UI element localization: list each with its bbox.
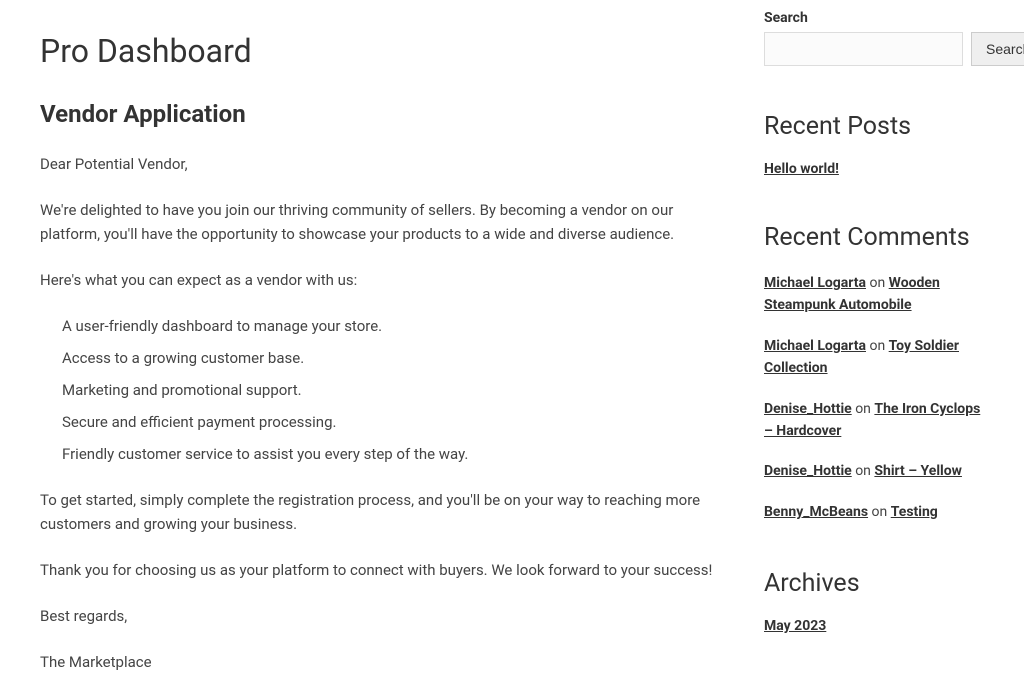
list-item: Access to a growing customer base. <box>62 346 714 370</box>
recent-comments-widget: Recent Comments Michael Logarta on Woode… <box>764 223 984 523</box>
list-item: Secure and efficient payment processing. <box>62 410 714 434</box>
archives-heading: Archives <box>764 569 984 598</box>
archive-link[interactable]: May 2023 <box>764 618 984 634</box>
comment-author-link[interactable]: Michael Logarta <box>764 338 866 354</box>
vendor-get-started: To get started, simply complete the regi… <box>40 488 714 536</box>
comment-item: Michael Logarta on Wooden Steampunk Auto… <box>764 272 984 317</box>
vendor-intro: We're delighted to have you join our thr… <box>40 198 714 246</box>
comments-list: Michael Logarta on Wooden Steampunk Auto… <box>764 272 984 523</box>
list-item: A user-friendly dashboard to manage your… <box>62 314 714 338</box>
list-item: Marketing and promotional support. <box>62 378 714 402</box>
sidebar: Search Search Recent Posts Hello world! … <box>764 10 984 696</box>
comment-item: Denise_Hottie on The Iron Cyclops – Hard… <box>764 398 984 443</box>
vendor-regards: Best regards, <box>40 604 714 628</box>
comment-author-link[interactable]: Benny_McBeans <box>764 504 868 520</box>
comment-item: Michael Logarta on Toy Soldier Collectio… <box>764 335 984 380</box>
comment-item: Benny_McBeans on Testing <box>764 501 984 523</box>
on-text: on <box>852 401 875 417</box>
search-input[interactable] <box>764 32 963 66</box>
search-label: Search <box>764 10 984 26</box>
vendor-heading: Vendor Application <box>40 100 714 128</box>
on-text: on <box>868 504 891 520</box>
vendor-benefits-list: A user-friendly dashboard to manage your… <box>40 314 714 466</box>
search-widget: Search Search <box>764 10 984 66</box>
on-text: on <box>866 338 889 354</box>
comment-author-link[interactable]: Michael Logarta <box>764 275 866 291</box>
comment-target-link[interactable]: Testing <box>891 504 938 520</box>
recent-posts-heading: Recent Posts <box>764 112 984 141</box>
comment-author-link[interactable]: Denise_Hottie <box>764 401 852 417</box>
vendor-signature: The Marketplace <box>40 650 714 674</box>
vendor-greeting: Dear Potential Vendor, <box>40 152 714 176</box>
page-title: Pro Dashboard <box>40 32 714 70</box>
comment-target-link[interactable]: Shirt – Yellow <box>874 463 962 479</box>
recent-post-link[interactable]: Hello world! <box>764 161 984 177</box>
recent-comments-heading: Recent Comments <box>764 223 984 252</box>
archives-widget: Archives May 2023 <box>764 569 984 634</box>
recent-posts-widget: Recent Posts Hello world! <box>764 112 984 177</box>
vendor-thanks: Thank you for choosing us as your platfo… <box>40 558 714 582</box>
on-text: on <box>852 463 875 479</box>
search-button[interactable]: Search <box>971 32 1024 66</box>
vendor-expect-lead: Here's what you can expect as a vendor w… <box>40 268 714 292</box>
on-text: on <box>866 275 889 291</box>
search-row: Search <box>764 32 984 66</box>
list-item: Friendly customer service to assist you … <box>62 442 714 466</box>
main-content: Pro Dashboard Vendor Application Dear Po… <box>40 10 764 696</box>
comment-author-link[interactable]: Denise_Hottie <box>764 463 852 479</box>
comment-item: Denise_Hottie on Shirt – Yellow <box>764 460 984 482</box>
